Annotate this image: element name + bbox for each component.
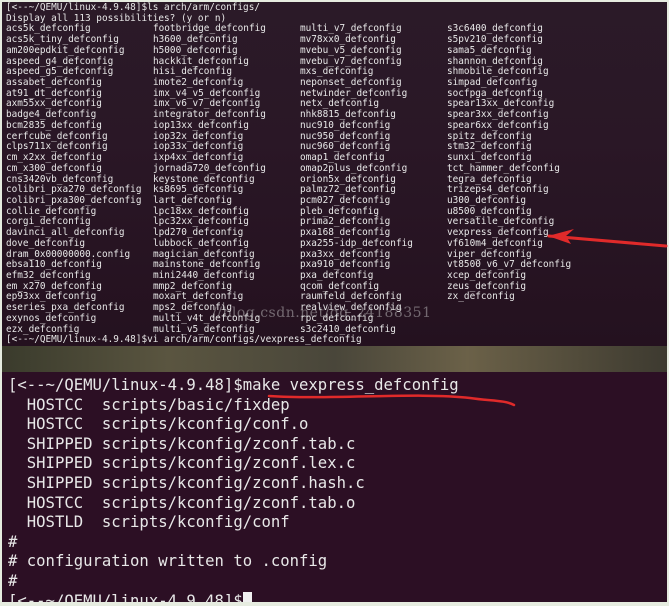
watermark: //blog.csdn.net/qq_24188351	[212, 305, 432, 321]
ls-entry: s3c2410_defconfig	[300, 323, 396, 335]
text-cursor	[242, 591, 252, 602]
ls-entry: am200epdkit_defconfig	[6, 44, 125, 56]
ls-entry: h5000_defconfig	[153, 44, 238, 56]
build-output-line: SHIPPED scripts/kconfig/zconf.tab.c	[8, 434, 356, 453]
build-output-line: SHIPPED scripts/kconfig/zconf.hash.c	[8, 473, 365, 492]
ls-entry: zx_defconfig	[447, 291, 515, 303]
ls-row: ezx_defconfig multi_v5_defconfig s3c2410_d…	[6, 323, 663, 336]
ls-entry: jornada720_defconfig	[153, 162, 266, 174]
ls-entry: sama5_defconfig	[447, 44, 532, 56]
ls-entry: vf610m4_defconfig	[447, 237, 543, 249]
ls-entry: ezx_defconfig	[6, 323, 80, 335]
build-output-line: HOSTCC scripts/basic/fixdep	[8, 395, 290, 414]
ls-entry: omap2plus_defconfig	[300, 162, 408, 174]
terminal-window-bottom[interactable]: [<--~/QEMU/linux-4.9.48]$make vexpress_d…	[2, 372, 667, 602]
ls-entry: multi_v5_defconfig	[153, 323, 255, 335]
ls-output-grid: acs5k_defconfig footbridge_defconfig multi…	[6, 24, 663, 335]
build-output-line: SHIPPED scripts/kconfig/zconf.lex.c	[8, 454, 356, 473]
final-prompt: [<--~/QEMU/linux-4.9.48]$	[8, 591, 243, 602]
ls-entry: tct_hammer_defconfig	[447, 162, 560, 174]
ls-row: dove_defconfig lubbock_defconfig pxa255-id…	[6, 237, 663, 250]
terminal-window-top[interactable]: [<--~/QEMU/linux-4.9.48]$ls arch/arm/con…	[2, 2, 667, 346]
ls-entry: exynos_defconfig	[6, 312, 97, 324]
ls-entry: pxa255-idp_defconfig	[300, 237, 413, 249]
last-command-line: [<--~/QEMU/linux-4.9.48]$vi arch/arm/con…	[6, 334, 362, 346]
ls-row: am200epdkit_defconfig h5000_defconfig mveb…	[6, 44, 663, 57]
ls-entry: dove_defconfig	[6, 237, 86, 249]
ls-entry: lubbock_defconfig	[153, 237, 249, 249]
build-output-line: #	[8, 571, 18, 590]
ls-entry: mvebu_v5_defconfig	[300, 44, 402, 56]
build-output-line: HOSTCC scripts/kconfig/zconf.tab.o	[8, 493, 356, 512]
build-output-line: # configuration written to .config	[8, 552, 328, 571]
build-output: [<--~/QEMU/linux-4.9.48]$make vexpress_d…	[8, 376, 667, 592]
make-command-line: [<--~/QEMU/linux-4.9.48]$make vexpress_d…	[8, 376, 459, 394]
ls-entry: cm_x300_defconfig	[6, 162, 102, 174]
ls-row: cm_x300_defconfig jornada720_defconfig oma…	[6, 162, 663, 175]
desktop-background-strip	[2, 346, 667, 372]
build-output-line: HOSTCC scripts/kconfig/conf.o	[8, 415, 309, 434]
final-prompt-line[interactable]: [<--~/QEMU/linux-4.9.48]$	[8, 591, 667, 602]
build-output-line: HOSTLD scripts/kconfig/conf	[8, 513, 290, 532]
build-output-line: #	[8, 532, 18, 551]
